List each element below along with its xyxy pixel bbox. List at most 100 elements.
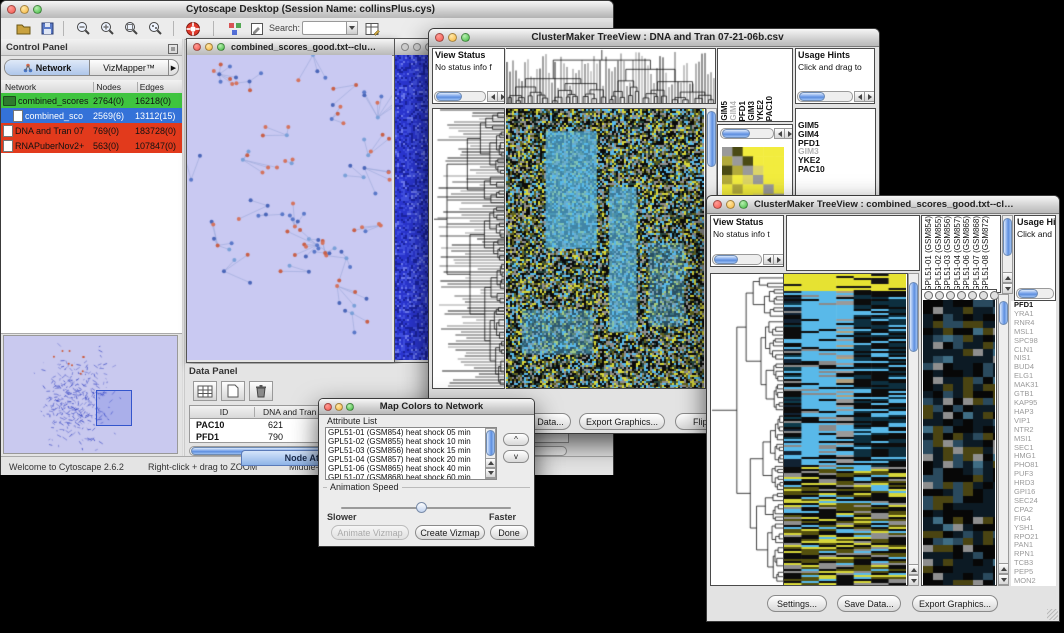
save-icon[interactable]	[39, 20, 56, 37]
resize-grip[interactable]	[1047, 609, 1058, 620]
column-label[interactable]: GPL51-06 (GSM865)	[962, 216, 972, 292]
tv1-row-dendrogram[interactable]	[432, 108, 505, 389]
scroll-right-button[interactable]	[784, 128, 793, 139]
scroll-up-button[interactable]	[908, 564, 919, 575]
tv2-column-dendrogram-area[interactable]	[786, 215, 920, 271]
zoom-out-icon[interactable]	[75, 20, 92, 37]
col-header-edges[interactable]: Edges	[138, 82, 182, 92]
zoom-fit-icon[interactable]	[123, 20, 140, 37]
column-label[interactable]: GIM4	[729, 101, 738, 121]
network-view-canvas-area[interactable]	[187, 55, 392, 360]
column-label[interactable]: PAC10	[765, 96, 774, 121]
zoom-button[interactable]	[739, 200, 748, 209]
annotation-icon[interactable]	[248, 20, 265, 37]
attribute-item[interactable]: GPL51-02 (GSM855) heat shock 10 min	[326, 437, 496, 446]
scrollbar-thumb[interactable]	[909, 282, 918, 352]
scrollbar-thumb[interactable]	[486, 430, 495, 456]
minimize-button[interactable]	[726, 200, 735, 209]
close-button[interactable]	[7, 5, 16, 14]
attribute-item[interactable]: GPL51-03 (GSM856) heat shock 15 min	[326, 446, 496, 455]
close-button[interactable]	[324, 403, 332, 411]
scroll-right-button[interactable]	[497, 91, 505, 102]
column-label[interactable]: YKE2	[756, 100, 765, 121]
dialog-titlebar[interactable]: Map Colors to Network	[319, 399, 534, 415]
animate-vizmap-button[interactable]: Animate Vizmap	[331, 525, 409, 540]
zoom-button[interactable]	[346, 403, 354, 411]
minimize-button[interactable]	[448, 33, 457, 42]
scrollbar-thumb[interactable]	[1003, 218, 1012, 256]
scroll-down-button[interactable]	[998, 574, 1009, 585]
tv2-save-data-button[interactable]: Save Data...	[837, 595, 901, 612]
scroll-right-button[interactable]	[773, 254, 784, 265]
tv1-heat-canvas[interactable]	[506, 109, 704, 388]
attribute-browser-icon[interactable]	[364, 20, 381, 37]
close-button[interactable]	[401, 43, 409, 51]
id-column-header[interactable]: ID	[190, 407, 255, 417]
tv2-hints-scrollbar[interactable]	[1016, 288, 1054, 299]
scrollbar-thumb[interactable]	[707, 111, 716, 167]
tv1-status-scrollbar[interactable]	[434, 91, 486, 102]
tv1-coltree-canvas[interactable]	[506, 49, 716, 104]
tab-overflow-button[interactable]: ▶	[169, 60, 178, 75]
network-table-row[interactable]: DNA and Tran 07 769(0) 183728(0)	[1, 123, 182, 138]
tv2-heat-canvas[interactable]	[784, 274, 906, 585]
animation-slider-thumb[interactable]	[416, 502, 427, 513]
network-table-row[interactable]: combined_scores 2764(0) 16218(0)	[1, 93, 182, 108]
scrollbar-thumb[interactable]	[1018, 289, 1038, 298]
close-button[interactable]	[435, 33, 444, 42]
attribute-item[interactable]: GPL51-04 (GSM857) heat shock 20 min	[326, 455, 496, 464]
done-button[interactable]: Done	[490, 525, 528, 540]
col-header-network[interactable]: Network	[1, 82, 94, 92]
column-label[interactable]: PFD1	[738, 101, 747, 121]
tv1-hints-scrollbar[interactable]	[797, 91, 853, 102]
create-vizmap-button[interactable]: Create Vizmap	[415, 525, 485, 540]
network-table-row[interactable]: combined_sco 2569(6) 13112(15)	[1, 108, 182, 123]
new-attribute-icon[interactable]	[221, 381, 245, 401]
tv1-column-dendrogram[interactable]	[506, 48, 716, 104]
scroll-up-button[interactable]	[1002, 272, 1013, 283]
attribute-item[interactable]: GPL51-06 (GSM865) heat shock 40 min	[326, 464, 496, 473]
scrollbar-thumb[interactable]	[722, 129, 750, 138]
scroll-up-button[interactable]	[485, 458, 496, 468]
column-label[interactable]: GIM3	[747, 101, 756, 121]
delete-attribute-icon[interactable]	[249, 381, 273, 401]
move-up-button[interactable]: ^	[503, 433, 529, 446]
column-label[interactable]: GPL51-02 (GSM855)	[934, 216, 944, 292]
main-titlebar[interactable]: Cytoscape Desktop (Session Name: collins…	[1, 1, 613, 19]
tv2-export-graphics-button[interactable]: Export Graphics...	[912, 595, 998, 612]
network-overview-panel[interactable]	[3, 335, 178, 454]
close-button[interactable]	[193, 43, 201, 51]
minimize-button[interactable]	[20, 5, 29, 14]
tv2-zoom-canvas[interactable]	[923, 300, 995, 585]
minimize-button[interactable]	[205, 43, 213, 51]
tv1-heatmap[interactable]	[506, 108, 706, 389]
treeview1-titlebar[interactable]: ClusterMaker TreeView : DNA and Tran 07-…	[429, 29, 879, 47]
column-label[interactable]: GPL51-08 (GSM872)	[981, 216, 991, 292]
network1-canvas[interactable]	[187, 55, 392, 360]
col-header-nodes[interactable]: Nodes	[94, 82, 137, 92]
column-label[interactable]: GPL51-07 (GSM868)	[972, 216, 982, 292]
tv1-rowtree-canvas[interactable]	[433, 109, 504, 388]
scroll-down-button[interactable]	[908, 575, 919, 586]
overview-canvas[interactable]	[4, 336, 177, 453]
scroll-up-button[interactable]	[998, 563, 1009, 574]
minimize-button[interactable]	[413, 43, 421, 51]
attribute-list-vscrollbar[interactable]	[485, 428, 496, 479]
table-grid-icon[interactable]	[193, 381, 217, 401]
treeview2-titlebar[interactable]: ClusterMaker TreeView : combined_scores_…	[707, 196, 1059, 214]
network-view-titlebar[interactable]: combined_scores_good.txt--cluste...	[187, 39, 394, 56]
gene-label[interactable]: PAC10	[798, 165, 875, 174]
zoom-selected-icon[interactable]	[147, 20, 164, 37]
open-file-icon[interactable]	[15, 20, 32, 37]
help-lifering-icon[interactable]	[184, 20, 201, 37]
search-input[interactable]	[302, 21, 348, 35]
tv2-row-dendrogram[interactable]	[710, 273, 784, 586]
scrollbar-thumb[interactable]	[436, 92, 462, 101]
tv2-settings-button[interactable]: Settings...	[767, 595, 827, 612]
scrollbar-thumb[interactable]	[714, 255, 738, 264]
tv2-zoom-heatmap[interactable]	[923, 300, 995, 585]
scroll-down-button[interactable]	[1002, 283, 1013, 294]
gene-label[interactable]: MON2	[1014, 577, 1056, 586]
tv2-heatmap[interactable]	[784, 273, 908, 586]
tv2-rowtree-canvas[interactable]	[711, 274, 783, 585]
